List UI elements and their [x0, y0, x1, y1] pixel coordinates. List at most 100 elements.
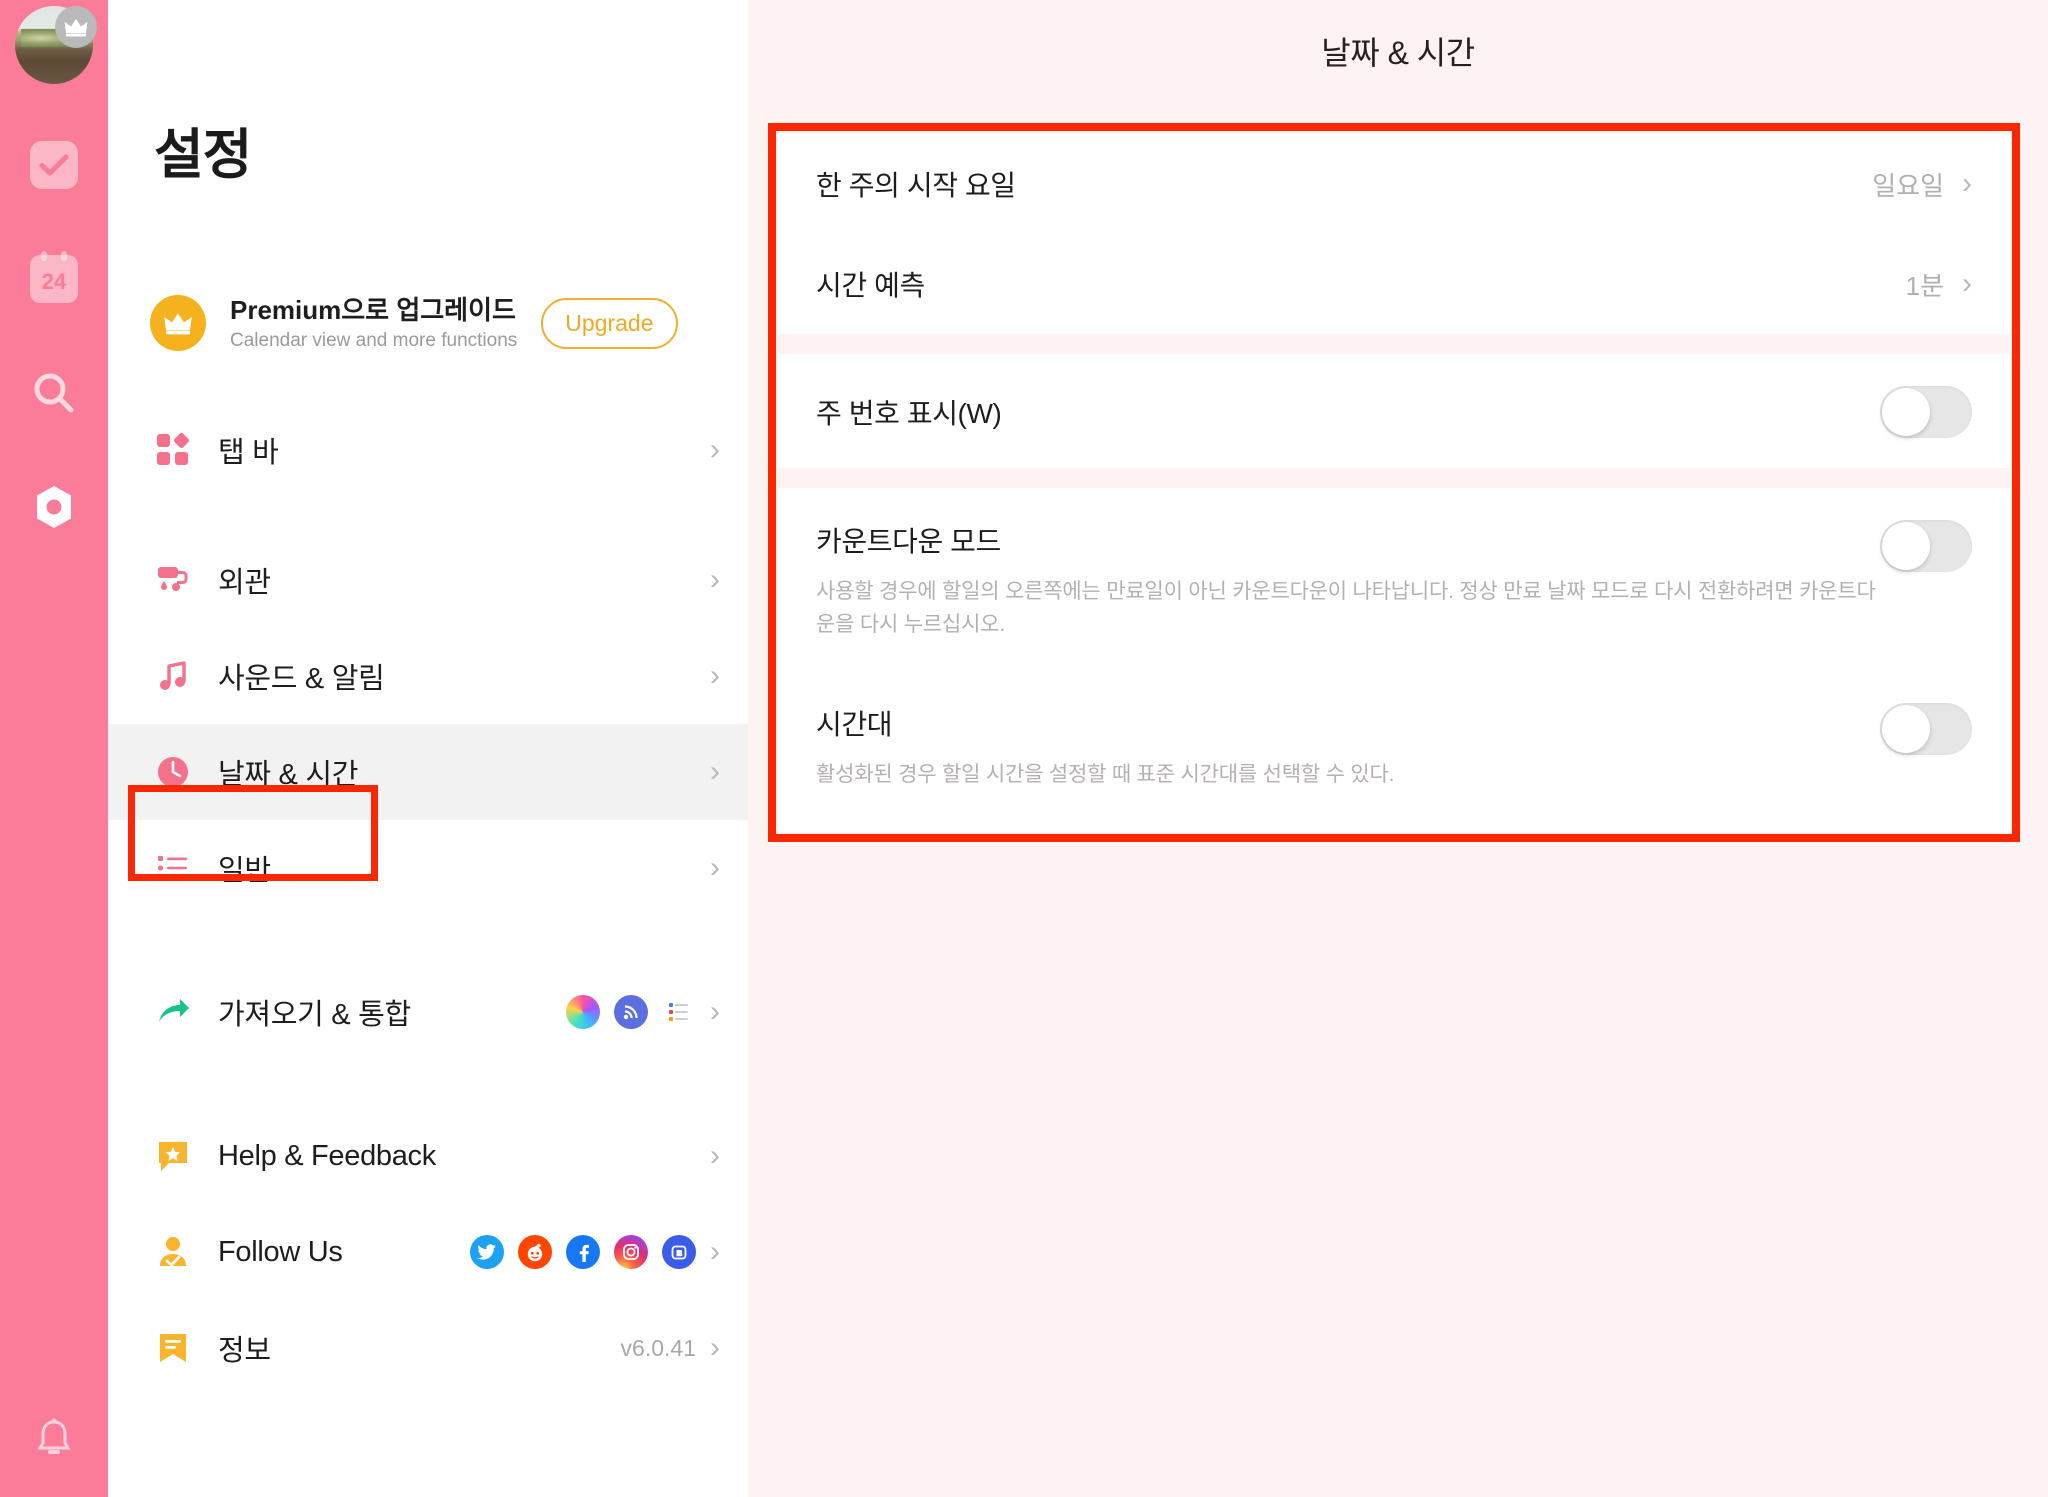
list-app-icon — [662, 995, 696, 1029]
rail-item-calendar[interactable]: 24 — [25, 250, 83, 308]
setting-row-week-start[interactable]: 한 주의 시작 요일 일요일 › — [778, 134, 2010, 234]
rail-item-notifications[interactable] — [25, 1409, 83, 1467]
sidebar-item-label: 사운드 & 알림 — [218, 663, 385, 695]
row-right: v6.0.41 › — [621, 1333, 720, 1363]
setting-value-wrap: 1분 › — [1906, 266, 1972, 303]
info-bookmark-icon — [150, 1331, 196, 1365]
sidebar-item-about[interactable]: 정보 v6.0.41 › — [108, 1300, 748, 1396]
reddit-icon[interactable] — [518, 1235, 552, 1269]
row-right: › — [566, 995, 720, 1029]
sidebar-item-sound-notification[interactable]: 사운드 & 알림 › — [108, 628, 748, 724]
sidebar-item-help-feedback[interactable]: Help & Feedback › — [108, 1108, 748, 1204]
avatar[interactable] — [15, 6, 97, 84]
main-panel: 날짜 & 시간 한 주의 시작 요일 일요일 › 시간 예측 1분 › 주 번호… — [748, 0, 2048, 1497]
setting-value-wrap: 일요일 › — [1872, 166, 1972, 203]
rail-item-settings[interactable] — [25, 478, 83, 536]
row-right: › — [710, 1141, 720, 1171]
setting-label: 한 주의 시작 요일 — [816, 170, 1016, 201]
sidebar-item-import-integration[interactable]: 가져오기 & 통합 › — [108, 964, 748, 1060]
siri-icon — [566, 995, 600, 1029]
sidebar-item-label: Help & Feedback — [218, 1139, 436, 1172]
setting-text-block: 카운트다운 모드 사용할 경우에 할일의 오른쪽에는 만료일이 아닌 카운트다운… — [816, 520, 1880, 641]
crown-icon — [150, 295, 206, 351]
clock-icon — [150, 755, 196, 789]
setting-label: 카운트다운 모드 — [816, 526, 1001, 557]
sidebar-item-follow-us[interactable]: Follow Us › — [108, 1204, 748, 1300]
toggle-countdown-mode[interactable] — [1880, 520, 1972, 572]
calendar-day-number: 24 — [41, 269, 67, 294]
bilibili-icon[interactable] — [662, 1235, 696, 1269]
premium-title: Premium으로 업그레이드 — [230, 295, 516, 326]
settings-menu: 탭 바 › 외관 › 사운드 & 알림 › 날짜 & 시간 › 일반 › 가져오… — [108, 402, 748, 1396]
rail-icon-list: 24 — [25, 136, 83, 536]
integration-icon-list — [566, 995, 696, 1029]
sidebar-item-label: 탭 바 — [218, 437, 279, 469]
setting-row-time-estimate[interactable]: 시간 예측 1분 › — [778, 234, 2010, 334]
instagram-icon[interactable] — [614, 1235, 648, 1269]
setting-label: 주 번호 표시(W) — [816, 398, 1002, 429]
twitter-icon[interactable] — [470, 1235, 504, 1269]
toggle-knob — [1882, 705, 1930, 754]
settings-card-wrap: 한 주의 시작 요일 일요일 › 시간 예측 1분 › 주 번호 표시(W) 카… — [768, 123, 2020, 842]
sidebar-item-label: 정보 — [218, 1335, 271, 1367]
row-right: › — [710, 435, 720, 465]
crown-icon — [55, 6, 97, 48]
sound-note-icon — [150, 659, 196, 693]
bell-icon — [37, 1418, 71, 1454]
toggle-holder — [1880, 520, 1972, 572]
import-share-arrow-icon — [150, 995, 196, 1029]
upgrade-button[interactable]: Upgrade — [541, 297, 678, 349]
appearance-paint-roller-icon — [150, 563, 196, 597]
setting-description: 활성화된 경우 할일 시간을 설정할 때 표준 시간대를 선택할 수 있다. — [816, 763, 1395, 787]
calendar-24-icon: 24 — [30, 251, 78, 303]
rail-item-tasks[interactable] — [25, 136, 83, 194]
setting-row-timezone[interactable]: 시간대 활성화된 경우 할일 시간을 설정할 때 표준 시간대를 선택할 수 있… — [778, 671, 2010, 832]
sidebar-item-general[interactable]: 일반 › — [108, 820, 748, 916]
premium-texts: Premium으로 업그레이드 Calendar view and more f… — [230, 294, 517, 352]
toggle-week-number[interactable] — [1880, 386, 1972, 438]
settings-gear-icon — [37, 486, 71, 528]
rail-item-search[interactable] — [25, 364, 83, 422]
facebook-icon[interactable] — [566, 1235, 600, 1269]
sidebar-item-date-time[interactable]: 날짜 & 시간 › — [108, 724, 748, 820]
premium-upgrade-row[interactable]: Premium으로 업그레이드 Calendar view and more f… — [150, 284, 748, 362]
chevron-right-icon: › — [710, 851, 720, 884]
row-right: › — [470, 1235, 720, 1269]
help-star-flag-icon — [150, 1139, 196, 1173]
chevron-right-icon: › — [710, 659, 720, 692]
search-icon — [34, 373, 74, 413]
sidebar-item-tab-bar[interactable]: 탭 바 › — [108, 402, 748, 498]
sidebar-item-appearance[interactable]: 외관 › — [108, 532, 748, 628]
check-task-icon — [30, 141, 78, 189]
toggle-holder — [1880, 386, 1972, 438]
chevron-right-icon: › — [710, 1331, 720, 1364]
setting-row-week-number[interactable]: 주 번호 표시(W) — [778, 354, 2010, 468]
setting-text-block: 시간대 활성화된 경우 할일 시간을 설정할 때 표준 시간대를 선택할 수 있… — [816, 703, 1394, 792]
setting-value: 일요일 — [1872, 170, 1944, 201]
setting-value: 1분 — [1905, 270, 1944, 301]
sidebar-item-label: Follow Us — [218, 1235, 343, 1268]
setting-label: 시간대 — [816, 709, 893, 741]
left-nav-rail: 24 — [0, 0, 108, 1497]
chevron-right-icon: › — [710, 1139, 720, 1172]
chevron-right-icon: › — [710, 563, 720, 596]
toggle-knob — [1882, 522, 1930, 570]
page-title: 설정 — [154, 125, 252, 185]
main-title: 날짜 & 시간 — [1321, 35, 1475, 71]
toggle-timezone[interactable] — [1880, 703, 1972, 756]
settings-sidebar: 설정 Premium으로 업그레이드 Calendar view and mor… — [108, 0, 748, 1497]
toggle-knob — [1882, 388, 1930, 436]
chevron-right-icon: › — [1962, 267, 1972, 300]
chevron-right-icon: › — [710, 1235, 720, 1268]
setting-row-countdown-mode[interactable]: 카운트다운 모드 사용할 경우에 할일의 오른쪽에는 만료일이 아닌 카운트다운… — [778, 488, 2010, 671]
general-list-icon — [150, 851, 196, 885]
toggle-holder — [1880, 703, 1972, 756]
setting-description: 사용할 경우에 할일의 오른쪽에는 만료일이 아닌 카운트다운이 나타납니다. … — [816, 580, 1876, 636]
setting-label: 시간 예측 — [816, 270, 925, 301]
section-divider — [778, 334, 2010, 354]
premium-subtitle: Calendar view and more functions — [230, 329, 518, 351]
sidebar-item-label: 날짜 & 시간 — [218, 759, 359, 791]
